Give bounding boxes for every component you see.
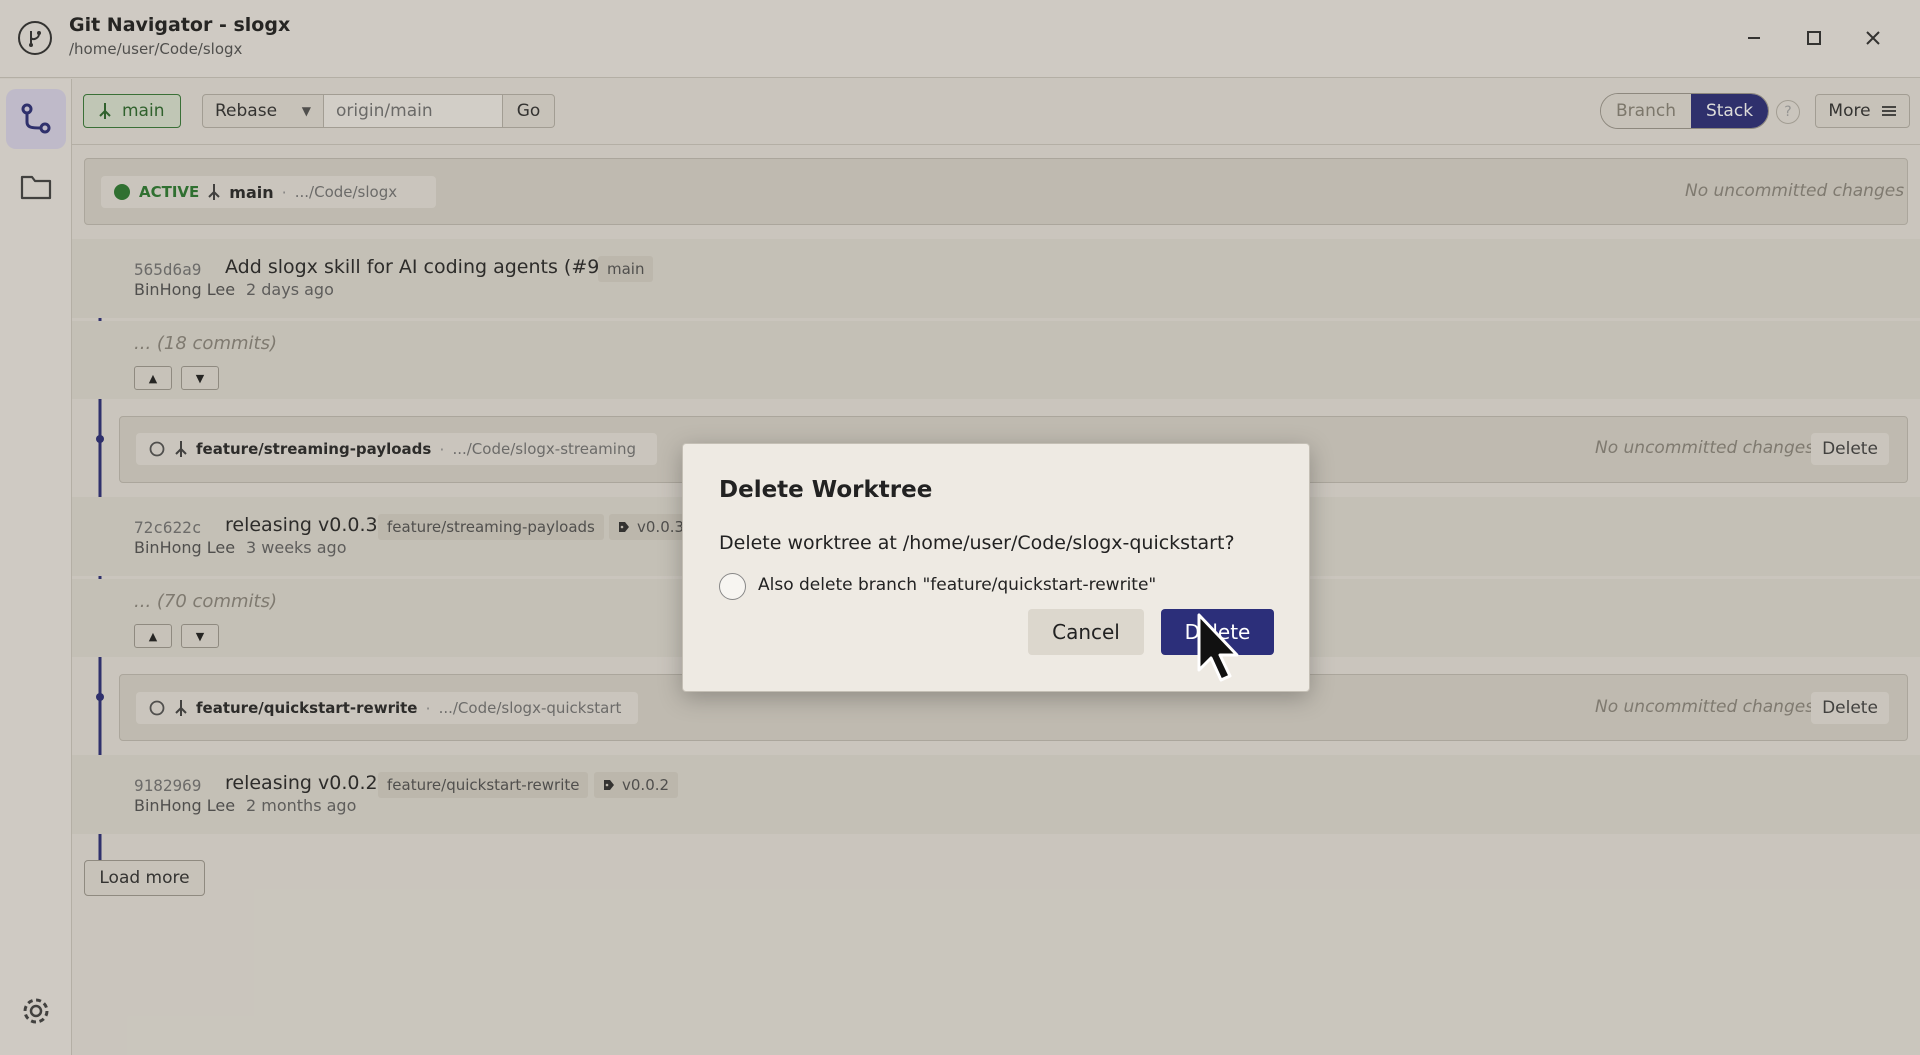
- delete-branch-checkbox[interactable]: [719, 573, 746, 600]
- mouse-cursor-icon: [1197, 613, 1239, 682]
- delete-branch-checkbox-label[interactable]: Also delete branch "feature/quickstart-r…: [758, 575, 1156, 595]
- dialog-message: Delete worktree at /home/user/Code/slogx…: [719, 532, 1235, 554]
- dialog-title: Delete Worktree: [719, 477, 933, 503]
- cancel-button[interactable]: Cancel: [1028, 609, 1144, 655]
